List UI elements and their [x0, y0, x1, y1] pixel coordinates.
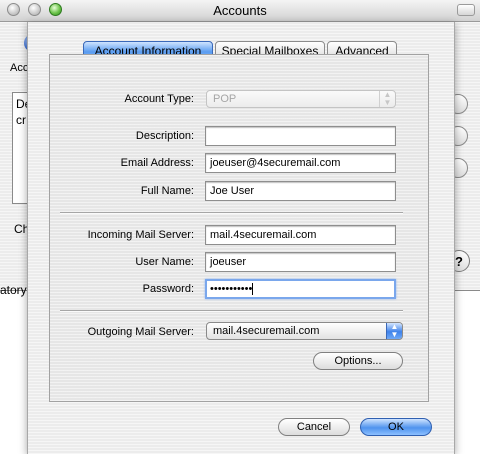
popup-arrows-icon: ▲ ▼: [386, 323, 402, 339]
cancel-button[interactable]: Cancel: [278, 418, 350, 436]
email-address-label: Email Address:: [120, 157, 194, 169]
account-type-label: Account Type:: [124, 93, 194, 105]
toolbar-toggle-button[interactable]: [457, 4, 475, 16]
separator: [60, 212, 403, 214]
popup-arrows-icon: ▲ ▼: [379, 91, 395, 107]
incoming-server-label: Incoming Mail Server:: [87, 229, 194, 241]
tab-content-panel: Account Type: POP ▲ ▼ Description: Email …: [49, 54, 429, 402]
description-field[interactable]: [205, 126, 396, 146]
outgoing-server-label: Outgoing Mail Server:: [87, 326, 194, 338]
list-item[interactable]: cr: [16, 113, 26, 127]
description-label: Description:: [135, 130, 194, 142]
window-title: Accounts: [213, 3, 267, 18]
incoming-server-field[interactable]: mail.4securemail.com: [205, 225, 396, 245]
separator: [60, 310, 403, 312]
ok-button[interactable]: OK: [360, 418, 432, 436]
options-button[interactable]: Options...: [313, 352, 403, 370]
password-mask: •••••••••••: [210, 283, 253, 295]
outgoing-server-value: mail.4securemail.com: [213, 325, 320, 337]
outgoing-server-popup[interactable]: mail.4securemail.com ▲ ▼: [206, 322, 403, 340]
text-cursor: [252, 283, 254, 296]
full-name-field[interactable]: Joe User: [205, 181, 396, 201]
account-type-popup: POP ▲ ▼: [206, 90, 396, 108]
email-address-field[interactable]: joeuser@4securemail.com: [205, 153, 396, 173]
user-name-field[interactable]: joeuser: [205, 252, 396, 272]
password-label: Password:: [142, 283, 194, 295]
background-text: atory: [0, 283, 27, 297]
title-bar: Accounts: [0, 0, 480, 22]
account-info-sheet: Account Information Special Mailboxes Ad…: [27, 22, 455, 454]
account-type-value: POP: [213, 93, 237, 105]
full-name-label: Full Name:: [140, 185, 194, 197]
user-name-label: User Name:: [135, 256, 194, 268]
toolbar-label: Acc: [10, 62, 29, 74]
password-field[interactable]: •••••••••••: [205, 279, 396, 299]
